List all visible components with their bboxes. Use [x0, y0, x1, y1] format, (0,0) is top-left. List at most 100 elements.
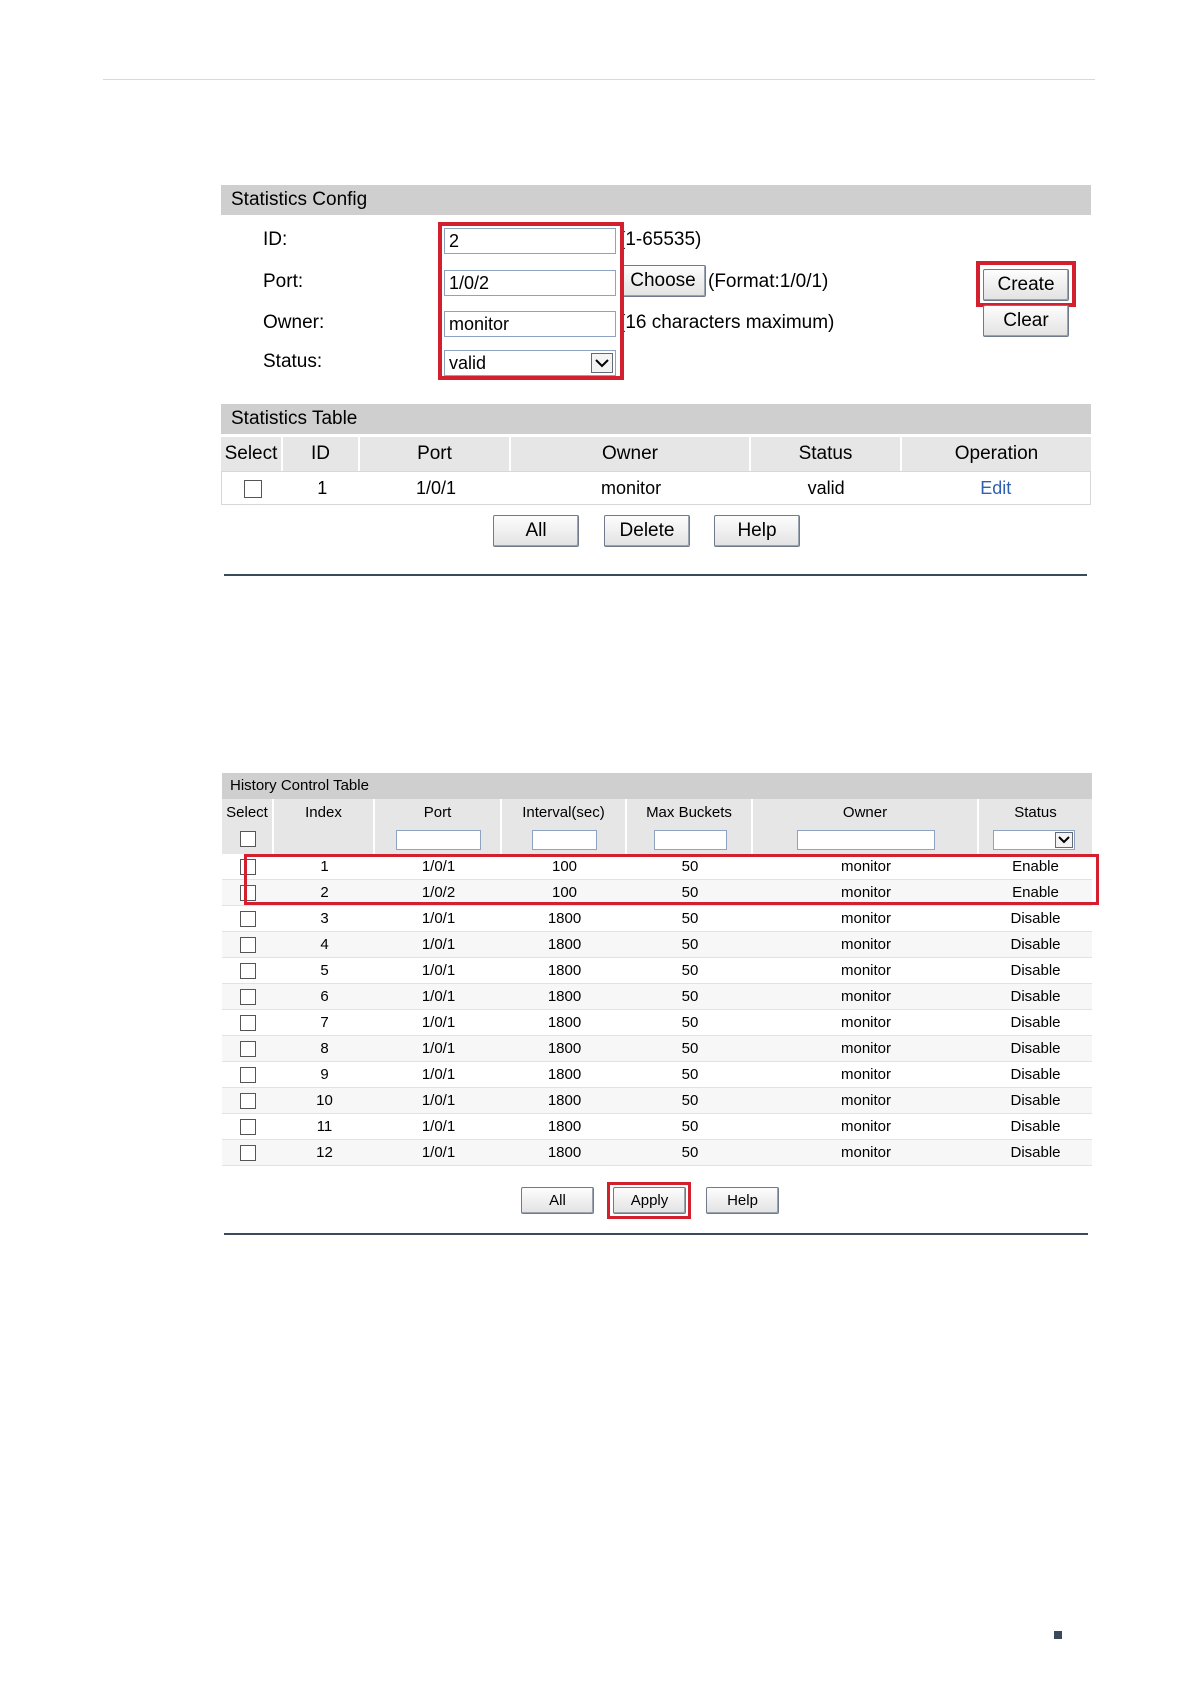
- row-owner: monitor: [840, 1014, 892, 1031]
- row-index: 4: [320, 936, 329, 953]
- row-checkbox[interactable]: [240, 885, 256, 902]
- row-interval: 1800: [547, 1144, 582, 1161]
- row-index: 9: [320, 1066, 329, 1083]
- owner-input[interactable]: monitor: [444, 311, 616, 337]
- create-button[interactable]: Create: [983, 269, 1069, 301]
- col-status: Status: [1014, 804, 1057, 821]
- row-owner: monitor: [601, 478, 662, 498]
- row-interval: 1800: [547, 1014, 582, 1031]
- row-interval: 1800: [547, 1118, 582, 1135]
- col-max-buckets: Max Buckets: [627, 799, 753, 826]
- row-interval: 1800: [547, 962, 582, 979]
- row-max-buckets: 50: [681, 884, 699, 901]
- row-status: Disable: [1010, 1092, 1061, 1109]
- row-checkbox[interactable]: [240, 859, 256, 876]
- owner-label: Owner:: [263, 312, 325, 333]
- row-owner: monitor: [840, 1144, 892, 1161]
- select-all-button[interactable]: All: [521, 1187, 594, 1214]
- table-row: 7 1/0/1 1800 50 monitor Disable: [222, 1010, 1092, 1036]
- table-row: 1 1/0/1 monitor valid Edit: [221, 471, 1091, 505]
- square-icon: [1054, 1631, 1062, 1639]
- table-row: 1 1/0/1 100 50 monitor Enable: [222, 854, 1092, 880]
- row-index: 12: [316, 1144, 333, 1161]
- row-checkbox[interactable]: [240, 937, 256, 954]
- col-index: Index: [274, 799, 375, 826]
- history-table-header: Select Index Port Interval(sec) Max Buck…: [222, 799, 1092, 826]
- row-max-buckets: 50: [681, 962, 699, 979]
- figure-bottom-rule: [224, 1233, 1088, 1235]
- statistics-table-title: Statistics Table: [221, 404, 1091, 434]
- row-port: 1/0/1: [421, 936, 456, 953]
- row-status: Disable: [1010, 936, 1061, 953]
- row-port: 1/0/1: [421, 1066, 456, 1083]
- status-select[interactable]: valid: [444, 350, 616, 376]
- row-checkbox[interactable]: [243, 480, 262, 499]
- row-status: Disable: [1010, 910, 1061, 927]
- owner-filter-input[interactable]: [797, 830, 935, 850]
- row-checkbox[interactable]: [240, 963, 256, 980]
- row-max-buckets: 50: [681, 858, 699, 875]
- row-owner: monitor: [840, 858, 892, 875]
- row-status: Disable: [1010, 962, 1061, 979]
- row-status: Disable: [1010, 988, 1061, 1005]
- col-status: Status: [751, 437, 902, 471]
- row-checkbox[interactable]: [240, 1119, 256, 1136]
- row-checkbox[interactable]: [240, 1041, 256, 1058]
- col-port: Port: [360, 437, 511, 471]
- row-max-buckets: 50: [681, 1066, 699, 1083]
- table-row: 8 1/0/1 1800 50 monitor Disable: [222, 1036, 1092, 1062]
- row-interval: 100: [551, 884, 578, 901]
- row-index: 3: [320, 910, 329, 927]
- row-port: 1/0/1: [421, 988, 456, 1005]
- row-port: 1/0/1: [421, 1040, 456, 1057]
- row-checkbox[interactable]: [240, 911, 256, 928]
- id-hint: (1-65535): [619, 229, 702, 250]
- row-checkbox[interactable]: [240, 1067, 256, 1084]
- max-buckets-filter-input[interactable]: [654, 830, 727, 850]
- row-checkbox[interactable]: [240, 1015, 256, 1032]
- interval-filter-input[interactable]: [532, 830, 597, 850]
- row-checkbox[interactable]: [240, 989, 256, 1006]
- row-checkbox[interactable]: [240, 1145, 256, 1162]
- history-table-body: 1 1/0/1 100 50 monitor Enable 2 1/0/2 100 50 monit…: [222, 854, 1092, 1166]
- figure-bottom-rule: [224, 574, 1087, 576]
- chevron-down-icon[interactable]: [591, 353, 613, 373]
- row-status: valid: [807, 478, 845, 498]
- row-interval: 100: [551, 858, 578, 875]
- clear-button[interactable]: Clear: [983, 305, 1069, 337]
- row-port: 1/0/1: [421, 962, 456, 979]
- choose-button[interactable]: Choose: [620, 265, 706, 297]
- col-owner: Owner: [753, 799, 979, 826]
- row-port: 1/0/2: [421, 884, 456, 901]
- statistics-config-title: Statistics Config: [221, 185, 1091, 215]
- table-row: 4 1/0/1 1800 50 monitor Disable: [222, 932, 1092, 958]
- port-input[interactable]: 1/0/2: [444, 270, 616, 296]
- row-max-buckets: 50: [681, 1040, 699, 1057]
- edit-link[interactable]: Edit: [980, 478, 1011, 498]
- status-filter-select[interactable]: [993, 830, 1075, 850]
- row-interval: 1800: [547, 1040, 582, 1057]
- row-status: Disable: [1010, 1118, 1061, 1135]
- col-id: ID: [283, 437, 360, 471]
- row-interval: 1800: [547, 1066, 582, 1083]
- help-button[interactable]: Help: [706, 1187, 779, 1214]
- status-label: Status:: [263, 351, 323, 372]
- apply-button[interactable]: Apply: [613, 1187, 686, 1214]
- id-input[interactable]: 2: [444, 228, 616, 254]
- history-table-title: History Control Table: [222, 773, 1092, 799]
- delete-button[interactable]: Delete: [604, 515, 690, 547]
- row-index: 1: [320, 858, 329, 875]
- select-all-button[interactable]: All: [493, 515, 579, 547]
- port-filter-input[interactable]: [396, 830, 481, 850]
- chevron-down-icon[interactable]: [1055, 832, 1073, 848]
- port-format-hint: (Format:1/0/1): [708, 271, 829, 292]
- row-status: Enable: [1012, 858, 1059, 875]
- row-max-buckets: 50: [681, 988, 699, 1005]
- row-checkbox[interactable]: [240, 1093, 256, 1110]
- help-button[interactable]: Help: [714, 515, 800, 547]
- select-all-checkbox[interactable]: [240, 831, 256, 847]
- row-owner: monitor: [840, 962, 892, 979]
- row-index: 8: [320, 1040, 329, 1057]
- row-port: 1/0/1: [421, 858, 456, 875]
- table-row: 9 1/0/1 1800 50 monitor Disable: [222, 1062, 1092, 1088]
